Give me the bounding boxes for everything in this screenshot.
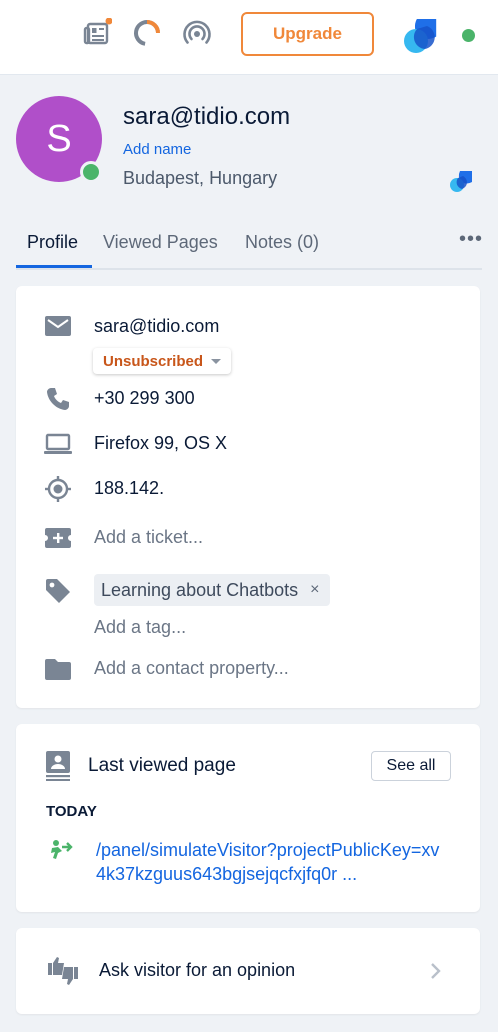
online-status-dot xyxy=(462,29,475,42)
contact-card-icon xyxy=(46,751,70,786)
see-all-button[interactable]: See all xyxy=(371,751,451,781)
visitor-navigate-icon xyxy=(50,839,74,864)
broadcast-icon[interactable] xyxy=(181,17,213,49)
thumbs-up-down-icon xyxy=(46,955,80,992)
subscription-status-dropdown[interactable]: Unsubscribed xyxy=(93,348,232,374)
tidio-logo-icon[interactable] xyxy=(403,16,443,56)
tag-icon xyxy=(44,577,72,605)
active-tab-indicator xyxy=(16,265,92,268)
contact-ip: 188.142. xyxy=(94,478,165,498)
tab-profile[interactable]: Profile xyxy=(27,232,78,253)
ask-opinion-label: Ask visitor for an opinion xyxy=(99,960,296,980)
laptop-icon xyxy=(44,430,72,458)
contact-email: sara@tidio.com xyxy=(94,316,220,336)
add-ticket-link[interactable]: Add a ticket... xyxy=(94,527,203,548)
contact-location: Budapest, Hungary xyxy=(123,168,278,188)
chevron-down-icon xyxy=(211,358,222,364)
add-name-link[interactable]: Add name xyxy=(123,141,191,158)
tag-label: Learning about Chatbots xyxy=(101,579,299,600)
channel-logo-icon xyxy=(449,170,473,199)
chevron-right-icon xyxy=(430,962,442,985)
last-viewed-page-card: Last viewed page See all TODAY /panel/si… xyxy=(16,724,480,912)
mail-icon xyxy=(44,312,72,340)
add-tag-link[interactable]: Add a tag... xyxy=(94,617,186,638)
tab-notes[interactable]: Notes (0) xyxy=(245,232,319,253)
contact-phone: +30 299 300 xyxy=(94,388,195,408)
upgrade-button[interactable]: Upgrade xyxy=(241,12,374,56)
contact-email-title: sara@tidio.com xyxy=(123,103,291,130)
last-viewed-title: Last viewed page xyxy=(88,755,236,776)
contact-browser: Firefox 99, OS X xyxy=(94,433,228,453)
more-options-button[interactable]: ••• xyxy=(459,228,483,251)
day-label: TODAY xyxy=(46,803,97,820)
last-viewed-page-link[interactable]: /panel/simulateVisitor?projectPublicKey=… xyxy=(96,838,446,886)
ask-opinion-card[interactable]: Ask visitor for an opinion xyxy=(16,928,480,1014)
tag-chip: Learning about Chatbots × xyxy=(94,574,330,606)
add-contact-property-link[interactable]: Add a contact property... xyxy=(94,658,289,679)
location-target-icon xyxy=(44,475,72,503)
avatar-initial: S xyxy=(46,117,72,160)
subscription-status-label: Unsubscribed xyxy=(103,352,204,370)
profile-tabs: Profile Viewed Pages Notes (0) ••• xyxy=(16,224,482,270)
top-bar: Upgrade xyxy=(0,0,498,75)
remove-tag-icon[interactable]: × xyxy=(310,581,319,599)
loading-ring-icon[interactable] xyxy=(131,17,163,49)
ticket-icon xyxy=(44,524,72,552)
tab-viewed-pages[interactable]: Viewed Pages xyxy=(103,232,218,253)
newspaper-icon[interactable] xyxy=(81,17,113,49)
avatar-online-indicator xyxy=(80,161,102,183)
folder-icon xyxy=(44,655,72,683)
phone-icon xyxy=(44,385,72,413)
contact-details-card: sara@tidio.com Unsubscribed +30 299 300 … xyxy=(16,286,480,708)
